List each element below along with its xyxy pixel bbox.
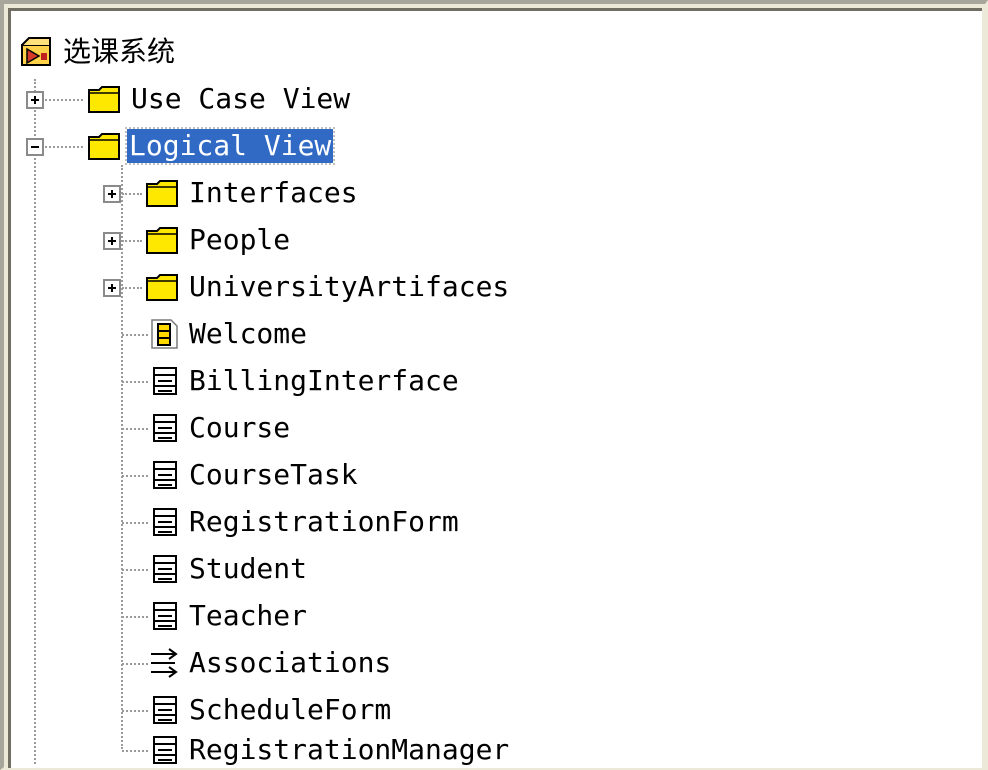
class-diagram-icon — [153, 736, 177, 764]
tree-connector — [122, 522, 148, 524]
tree-connector — [122, 750, 148, 752]
tree-connector — [122, 334, 148, 336]
tree-node-welcome[interactable]: Welcome — [11, 317, 982, 363]
tree-node-label: Student — [189, 552, 308, 585]
rose-model-icon — [21, 37, 51, 66]
tree-node-label: BillingInterface — [189, 364, 459, 397]
tree-node-people[interactable]: People — [11, 223, 982, 269]
tree-connector — [122, 475, 148, 477]
folder-icon — [88, 133, 120, 160]
tree-connector — [122, 381, 148, 383]
expand-button[interactable] — [103, 185, 121, 203]
tree-node-label: Associations — [189, 646, 392, 679]
tree-node-label: 选课系统 — [63, 35, 176, 68]
tree-node-associations[interactable]: Associations — [11, 646, 982, 692]
tree-node-label: CourseTask — [189, 458, 358, 491]
tree-node-teacher[interactable]: Teacher — [11, 599, 982, 645]
folder-icon — [146, 227, 178, 254]
tree-connector — [45, 99, 83, 101]
tree-node-label: Welcome — [189, 317, 308, 350]
tree-node-interfaces[interactable]: Interfaces — [11, 176, 982, 222]
tree-node-label: People — [189, 223, 291, 256]
tree-node-label-selected: Logical View — [124, 127, 336, 165]
tree-connector — [122, 287, 142, 289]
tree-node-student[interactable]: Student — [11, 552, 982, 598]
tree-node-course[interactable]: Course — [11, 411, 982, 457]
class-diagram-icon — [153, 508, 177, 536]
tree-node-label: Interfaces — [189, 176, 358, 209]
expand-button[interactable] — [26, 91, 44, 109]
tree-node-course-task[interactable]: CourseTask — [11, 458, 982, 504]
folder-icon — [88, 86, 120, 113]
tree-node-label: RegistrationManager — [189, 733, 510, 766]
tree-node-logical-view[interactable]: Logical View — [11, 127, 982, 175]
folder-icon — [146, 180, 178, 207]
tree-connector — [122, 663, 148, 665]
tree-connector — [122, 569, 148, 571]
class-diagram-icon — [153, 414, 177, 442]
tree-connector — [45, 146, 83, 148]
tree-node-billing-interface[interactable]: BillingInterface — [11, 364, 982, 410]
tree-node-university-artifaces[interactable]: UniversityArtifaces — [11, 270, 982, 316]
class-diagram-icon — [153, 696, 177, 724]
tree-node-use-case-view[interactable]: Use Case View — [11, 82, 982, 128]
browser-tree-panel[interactable]: 选课系统 Use Case View Logical View Interfac… — [8, 8, 982, 768]
tree-node-registration-form[interactable]: RegistrationForm — [11, 505, 982, 551]
tree-connector — [122, 193, 142, 195]
class-diagram-icon — [151, 319, 178, 349]
tree-node-label: Course — [189, 411, 291, 444]
tree-connector — [122, 428, 148, 430]
model-tree[interactable]: 选课系统 Use Case View Logical View Interfac… — [11, 11, 982, 768]
tree-node-label: Teacher — [189, 599, 308, 632]
expand-button[interactable] — [103, 232, 121, 250]
tree-node-registration-manager[interactable]: RegistrationManager — [11, 733, 982, 768]
tree-node-label: Use Case View — [131, 82, 351, 115]
tree-node-label: RegistrationForm — [189, 505, 459, 538]
tree-view-frame: 选课系统 Use Case View Logical View Interfac… — [0, 0, 988, 770]
tree-node-label: UniversityArtifaces — [189, 270, 510, 303]
tree-connector — [122, 240, 142, 242]
class-diagram-icon — [153, 555, 177, 583]
expand-button[interactable] — [103, 279, 121, 297]
class-diagram-icon — [153, 602, 177, 630]
class-diagram-icon — [153, 367, 177, 395]
tree-connector — [122, 616, 148, 618]
class-diagram-icon — [153, 461, 177, 489]
tree-node-label: ScheduleForm — [189, 693, 392, 726]
tree-node-root[interactable]: 选课系统 — [11, 35, 982, 81]
folder-icon — [146, 274, 178, 301]
tree-connector — [122, 710, 148, 712]
associations-icon — [151, 648, 178, 678]
collapse-button[interactable] — [26, 138, 44, 156]
